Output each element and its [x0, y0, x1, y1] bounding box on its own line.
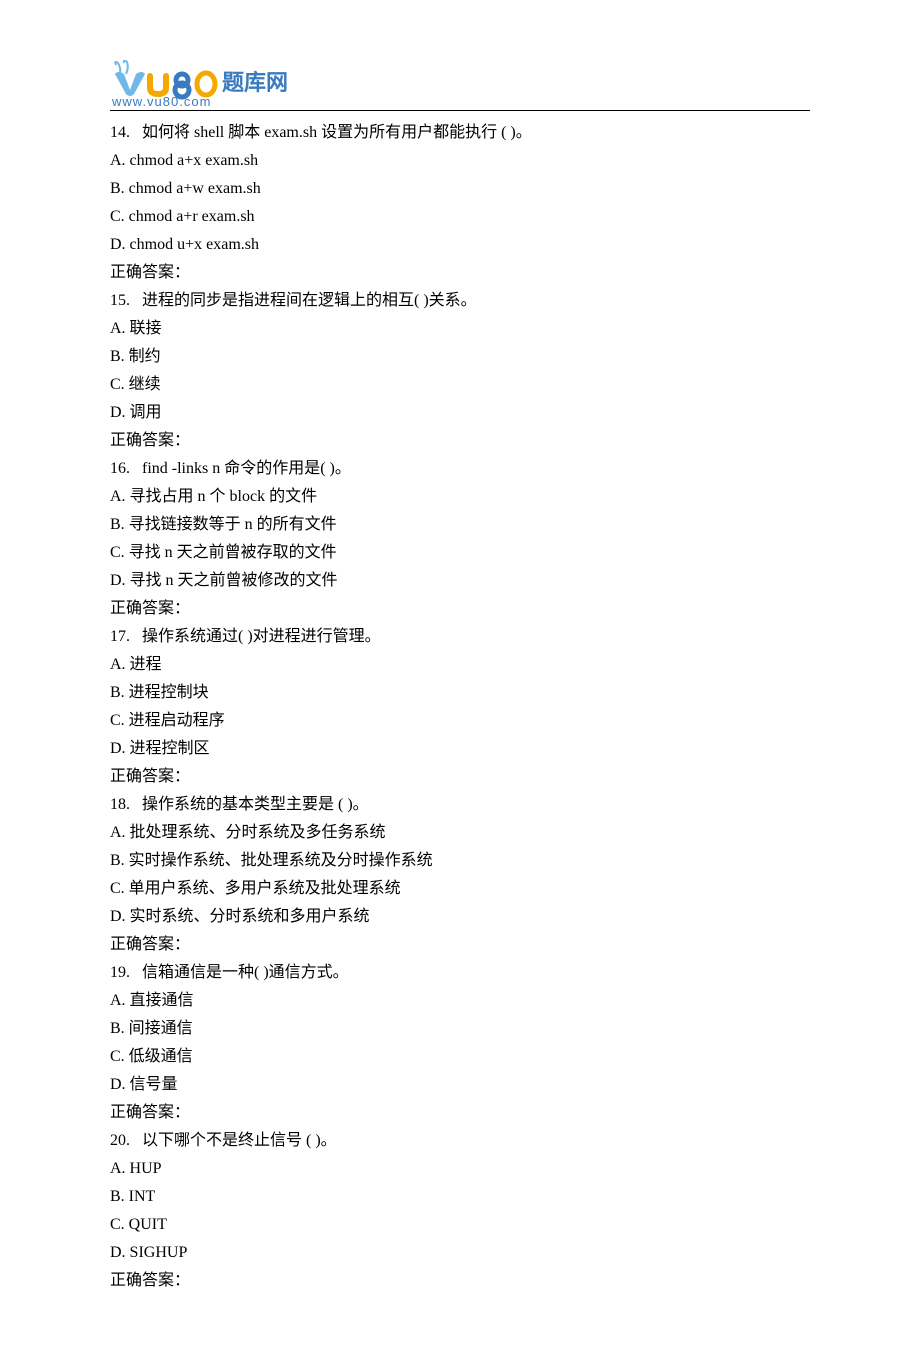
question-number: 20.	[110, 1132, 130, 1149]
site-logo: 题库网 www.vu80.com	[110, 60, 830, 108]
question-text: 操作系统通过( )对进程进行管理。	[142, 628, 381, 645]
question-option: C. 低级通信	[110, 1043, 830, 1071]
question-text: 如何将 shell 脚本 exam.sh 设置为所有用户都能执行 ( )。	[142, 124, 532, 141]
question-option: D. 进程控制区	[110, 735, 830, 763]
question-option: C. 进程启动程序	[110, 707, 830, 735]
question-option: C. QUIT	[110, 1211, 830, 1239]
question-option: A. 直接通信	[110, 987, 830, 1015]
question-number: 18.	[110, 796, 130, 813]
question-option: A. 联接	[110, 315, 830, 343]
logo-url-text: www.vu80.com	[111, 94, 211, 108]
question-text: 信箱通信是一种( )通信方式。	[142, 964, 349, 981]
question-option: C. 寻找 n 天之前曾被存取的文件	[110, 539, 830, 567]
question-stem: 17. 操作系统通过( )对进程进行管理。	[110, 623, 830, 651]
question-text: 以下哪个不是终止信号 ( )。	[142, 1132, 337, 1149]
question-option: D. 信号量	[110, 1071, 830, 1099]
answer-label: 正确答案：	[110, 427, 830, 455]
answer-label: 正确答案：	[110, 259, 830, 287]
answer-label: 正确答案：	[110, 931, 830, 959]
question-text: 进程的同步是指进程间在逻辑上的相互( )关系。	[142, 292, 477, 309]
question-option: A. 进程	[110, 651, 830, 679]
question-number: 17.	[110, 628, 130, 645]
question-option: C. 单用户系统、多用户系统及批处理系统	[110, 875, 830, 903]
question-number: 19.	[110, 964, 130, 981]
question-option: D. chmod u+x exam.sh	[110, 231, 830, 259]
question-stem: 15. 进程的同步是指进程间在逻辑上的相互( )关系。	[110, 287, 830, 315]
answer-label: 正确答案：	[110, 763, 830, 791]
question-option: C. 继续	[110, 371, 830, 399]
question-stem: 20. 以下哪个不是终止信号 ( )。	[110, 1127, 830, 1155]
question-stem: 14. 如何将 shell 脚本 exam.sh 设置为所有用户都能执行 ( )…	[110, 119, 830, 147]
header-divider	[110, 110, 810, 111]
question-option: B. 进程控制块	[110, 679, 830, 707]
question-number: 15.	[110, 292, 130, 309]
question-stem: 18. 操作系统的基本类型主要是 ( )。	[110, 791, 830, 819]
question-option: D. 实时系统、分时系统和多用户系统	[110, 903, 830, 931]
question-stem: 16. find -links n 命令的作用是( )。	[110, 455, 830, 483]
question-option: B. chmod a+w exam.sh	[110, 175, 830, 203]
question-text: 操作系统的基本类型主要是 ( )。	[142, 796, 369, 813]
questions-container: 14. 如何将 shell 脚本 exam.sh 设置为所有用户都能执行 ( )…	[110, 119, 830, 1295]
answer-label: 正确答案：	[110, 1099, 830, 1127]
question-option: A. 寻找占用 n 个 block 的文件	[110, 483, 830, 511]
question-option: D. 调用	[110, 399, 830, 427]
logo-brand-text: 题库网	[222, 70, 288, 95]
question-option: D. 寻找 n 天之前曾被修改的文件	[110, 567, 830, 595]
question-option: A. HUP	[110, 1155, 830, 1183]
question-option: B. 间接通信	[110, 1015, 830, 1043]
question-option: B. 寻找链接数等于 n 的所有文件	[110, 511, 830, 539]
logo-icon: 题库网 www.vu80.com	[110, 60, 310, 108]
question-option: A. 批处理系统、分时系统及多任务系统	[110, 819, 830, 847]
question-option: B. 制约	[110, 343, 830, 371]
question-option: D. SIGHUP	[110, 1239, 830, 1267]
question-option: C. chmod a+r exam.sh	[110, 203, 830, 231]
question-stem: 19. 信箱通信是一种( )通信方式。	[110, 959, 830, 987]
answer-label: 正确答案：	[110, 1267, 830, 1295]
question-number: 14.	[110, 124, 130, 141]
question-option: A. chmod a+x exam.sh	[110, 147, 830, 175]
answer-label: 正确答案：	[110, 595, 830, 623]
question-option: B. INT	[110, 1183, 830, 1211]
question-number: 16.	[110, 460, 130, 477]
question-text: find -links n 命令的作用是( )。	[142, 460, 351, 477]
question-option: B. 实时操作系统、批处理系统及分时操作系统	[110, 847, 830, 875]
